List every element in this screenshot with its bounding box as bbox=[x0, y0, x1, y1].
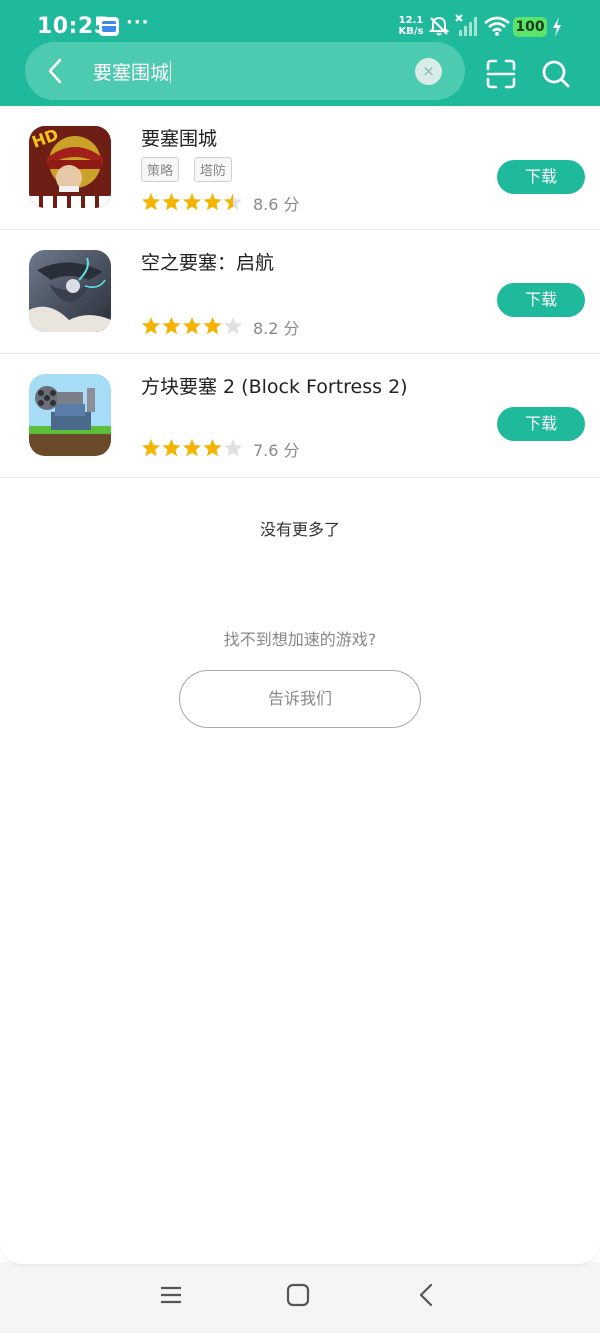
app-icon-fortress-siege[interactable]: HD bbox=[29, 126, 111, 208]
star-filled bbox=[141, 193, 161, 211]
rating-score: 8.2 分 bbox=[253, 319, 300, 338]
more-notifications-icon: ··· bbox=[126, 12, 150, 33]
tag: 塔防 bbox=[194, 157, 233, 182]
tell-us-button[interactable]: 告诉我们 bbox=[179, 670, 421, 728]
app-icon-sky-fortress[interactable] bbox=[29, 250, 111, 332]
rating-score: 7.6 分 bbox=[253, 441, 300, 460]
scan-icon[interactable] bbox=[486, 59, 516, 89]
star-rating-icon bbox=[141, 317, 243, 335]
clear-search-button[interactable]: × bbox=[415, 58, 442, 85]
download-button[interactable]: 下载 bbox=[497, 407, 585, 441]
back-icon[interactable] bbox=[416, 1283, 436, 1307]
mute-icon bbox=[428, 16, 450, 36]
star-empty bbox=[223, 439, 243, 457]
star-filled bbox=[162, 317, 181, 335]
star-filled bbox=[182, 193, 202, 211]
app-name[interactable]: 方块要塞 2 (Block Fortress 2) bbox=[141, 372, 408, 399]
search-icon[interactable] bbox=[541, 59, 571, 89]
list-item[interactable]: HD 要塞围城 策略 塔防 8.6 分 下载 bbox=[0, 106, 600, 230]
home-icon[interactable] bbox=[286, 1283, 310, 1307]
list-item[interactable]: 方块要塞 2 (Block Fortress 2) 7.6 分 下载 bbox=[0, 354, 600, 478]
network-speed-value: 12.1 bbox=[398, 15, 424, 26]
star-filled bbox=[203, 439, 222, 457]
app-icon-block-fortress-2[interactable] bbox=[29, 374, 111, 456]
network-speed: 12.1 KB/s bbox=[398, 15, 424, 37]
tag: 策略 bbox=[141, 157, 180, 182]
star-empty bbox=[223, 317, 243, 335]
search-box[interactable]: 要塞围城 × bbox=[25, 42, 465, 100]
no-more-label: 没有更多了 bbox=[259, 520, 340, 539]
header: 10:25 ··· 12.1 KB/s 100 要塞围城 × bbox=[0, 0, 600, 106]
star-filled bbox=[162, 193, 181, 211]
app-name[interactable]: 空之要塞：启航 bbox=[141, 248, 274, 275]
search-input[interactable]: 要塞围城 bbox=[93, 58, 172, 85]
battery-indicator: 100 bbox=[513, 17, 547, 37]
menu-icon[interactable] bbox=[159, 1283, 183, 1307]
chevron-left-icon[interactable] bbox=[45, 58, 67, 84]
download-button[interactable]: 下载 bbox=[497, 283, 585, 317]
list-item[interactable]: 空之要塞：启航 8.2 分 下载 bbox=[0, 230, 600, 354]
signal-icon bbox=[455, 14, 477, 36]
star-filled bbox=[203, 317, 222, 335]
app-name[interactable]: 要塞围城 bbox=[141, 124, 217, 151]
download-button[interactable]: 下载 bbox=[497, 160, 585, 194]
status-bar: 10:25 ··· 12.1 KB/s 100 bbox=[0, 0, 600, 44]
notification-app-icon bbox=[99, 17, 119, 36]
charging-icon bbox=[553, 17, 561, 37]
star-rating-icon bbox=[141, 439, 243, 457]
star-rating-icon bbox=[141, 193, 243, 211]
star-filled bbox=[162, 439, 181, 457]
feedback-hint: 找不到想加速的游戏? bbox=[223, 630, 377, 649]
star-filled bbox=[182, 317, 202, 335]
tag-list: 策略 塔防 bbox=[141, 157, 247, 182]
star-filled bbox=[203, 193, 222, 211]
search-query: 要塞围城 bbox=[93, 62, 170, 84]
wifi-icon bbox=[484, 16, 510, 36]
star-filled bbox=[182, 439, 202, 457]
rating-score: 8.6 分 bbox=[253, 195, 300, 214]
star-filled bbox=[141, 439, 161, 457]
search-results-list: HD 要塞围城 策略 塔防 8.6 分 下载 空之要塞：启航 8.2 分 下载 … bbox=[0, 106, 600, 478]
network-speed-unit: KB/s bbox=[398, 26, 424, 37]
text-caret bbox=[170, 61, 172, 83]
star-filled bbox=[141, 317, 161, 335]
content-bottom-edge bbox=[0, 1236, 600, 1264]
